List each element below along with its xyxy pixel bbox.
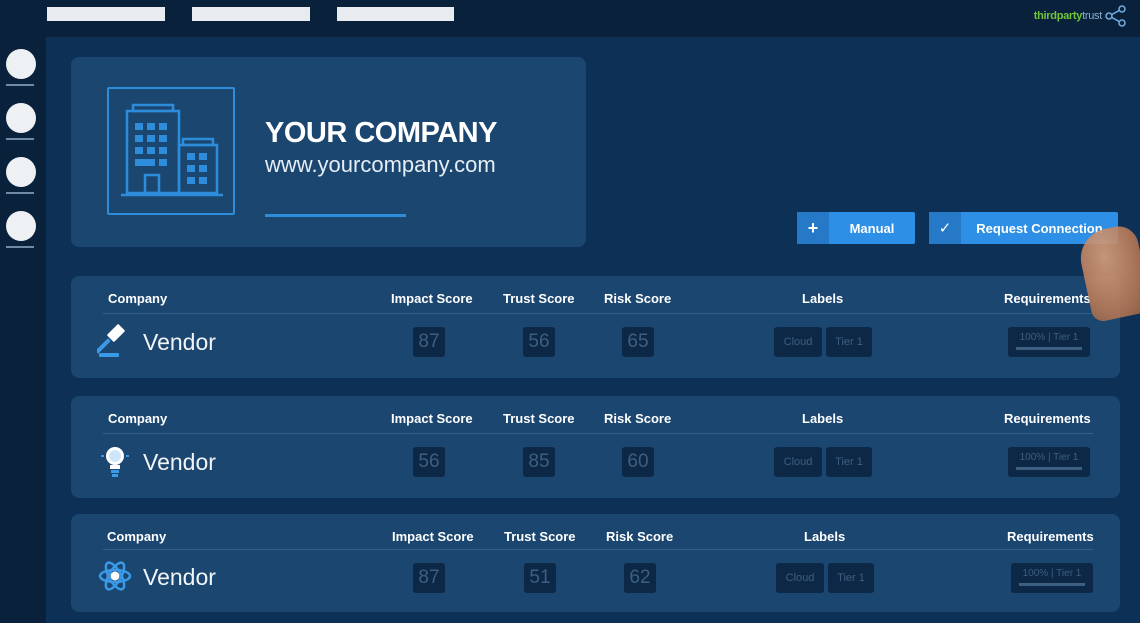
label-cloud[interactable]: Cloud — [776, 563, 824, 593]
sidebar-item-1[interactable] — [6, 49, 36, 79]
label-tier[interactable]: Tier 1 — [826, 447, 872, 477]
gavel-icon — [97, 324, 125, 357]
label-tier[interactable]: Tier 1 — [826, 327, 872, 357]
requirements-value: 100% | Tier 1 — [1008, 447, 1090, 477]
header-company: Company — [108, 411, 168, 426]
trust-score-value: 85 — [523, 447, 555, 477]
header-labels: Labels — [802, 291, 844, 306]
impact-score-value: 87 — [413, 327, 445, 357]
requirements-value: 100% | Tier 1 — [1011, 563, 1093, 593]
sidebar-item-2[interactable] — [6, 103, 36, 133]
top-bar: thirdpartytrust — [0, 0, 1140, 37]
header-requirements: Requirements — [1007, 529, 1094, 544]
impact-score-value: 87 — [413, 563, 445, 593]
manual-button[interactable]: + Manual — [797, 212, 915, 244]
row-divider — [103, 549, 1093, 550]
vendor-row-1[interactable]: Company Impact Score Trust Score Risk Sc… — [71, 276, 1120, 378]
risk-score-value: 60 — [622, 447, 654, 477]
company-card: YOUR COMPANY www.yourcompany.com — [71, 57, 586, 247]
risk-score-value: 65 — [622, 327, 654, 357]
header-trust-score: Trust Score — [503, 411, 575, 426]
sidebar-divider — [6, 84, 34, 86]
nav-placeholder-1[interactable] — [47, 7, 165, 21]
manual-button-label: Manual — [849, 220, 895, 236]
vendor-row-2[interactable]: Company Impact Score Trust Score Risk Sc… — [71, 396, 1120, 498]
sidebar-item-4[interactable] — [6, 211, 36, 241]
thirdpartytrust-logo: thirdpartytrust — [1034, 3, 1128, 29]
header-company: Company — [107, 529, 167, 544]
vendor-name[interactable]: Vendor — [143, 329, 216, 356]
header-requirements: Requirements — [1004, 291, 1091, 306]
vendor-row-3[interactable]: Company Impact Score Trust Score Risk Sc… — [71, 514, 1120, 612]
header-impact-score: Impact Score — [391, 291, 473, 306]
sidebar-divider — [6, 138, 34, 140]
plus-icon: + — [797, 212, 829, 244]
label-cloud[interactable]: Cloud — [774, 447, 822, 477]
sidebar — [0, 37, 46, 623]
header-impact-score: Impact Score — [391, 411, 473, 426]
sidebar-item-3[interactable] — [6, 157, 36, 187]
nav-placeholder-2[interactable] — [192, 7, 310, 21]
header-risk-score: Risk Score — [606, 529, 674, 544]
logo-text: thirdpartytrust — [1033, 10, 1103, 22]
header-risk-score: Risk Score — [604, 411, 672, 426]
header-risk-score: Risk Score — [604, 291, 672, 306]
header-labels: Labels — [804, 529, 846, 544]
header-trust-score: Trust Score — [504, 529, 576, 544]
trust-score-value: 51 — [524, 563, 556, 593]
company-url[interactable]: www.yourcompany.com — [265, 152, 496, 178]
header-impact-score: Impact Score — [392, 529, 474, 544]
building-icon — [121, 103, 223, 197]
company-name: YOUR COMPANY — [265, 117, 497, 149]
vendor-name[interactable]: Vendor — [143, 564, 216, 591]
risk-score-value: 62 — [624, 563, 656, 593]
company-logo-frame — [107, 87, 235, 215]
row-divider — [103, 433, 1093, 434]
label-cloud[interactable]: Cloud — [774, 327, 822, 357]
nav-placeholder-3[interactable] — [337, 7, 454, 21]
company-underline — [265, 214, 406, 217]
requirements-progress-bar — [1019, 583, 1085, 586]
row-divider — [103, 313, 1093, 314]
header-trust-score: Trust Score — [503, 291, 575, 306]
header-company: Company — [108, 291, 168, 306]
sidebar-divider — [6, 246, 34, 248]
lightbulb-icon — [101, 447, 129, 477]
sidebar-divider — [6, 192, 34, 194]
vendor-name[interactable]: Vendor — [143, 449, 216, 476]
check-icon: ✓ — [929, 212, 961, 244]
share-network-icon — [1105, 5, 1126, 27]
trust-score-value: 56 — [523, 327, 555, 357]
requirements-value: 100% | Tier 1 — [1008, 327, 1090, 357]
requirements-progress-bar — [1016, 347, 1082, 350]
requirements-progress-bar — [1016, 467, 1082, 470]
label-tier[interactable]: Tier 1 — [828, 563, 874, 593]
atom-icon — [98, 561, 132, 591]
header-labels: Labels — [802, 411, 844, 426]
header-requirements: Requirements — [1004, 411, 1091, 426]
impact-score-value: 56 — [413, 447, 445, 477]
